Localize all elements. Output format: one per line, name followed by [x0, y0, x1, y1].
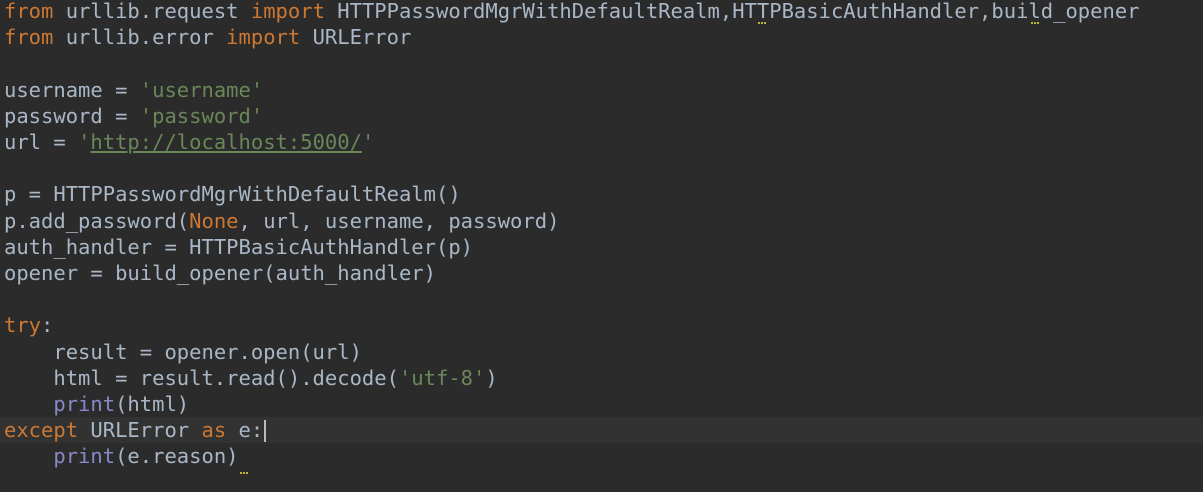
code-text: username = 'username' [0, 78, 263, 102]
code-token: html = result.read().decode( [4, 365, 399, 390]
code-line[interactable]: password = 'password' [0, 103, 1203, 129]
code-text: opener = build_opener(auth_handler) [0, 261, 436, 285]
code-token: , url, username, password) [238, 208, 560, 233]
code-token: import [250, 0, 325, 23]
code-token: as [201, 418, 227, 443]
code-editor[interactable]: from urllib.request import HTTPPasswordM… [0, 0, 1203, 492]
code-text: print(e.reason) [0, 444, 239, 469]
code-line[interactable]: p = HTTPPasswordMgrWithDefaultRealm() [0, 181, 1203, 207]
code-token: http://localhost:5000/ [90, 130, 362, 154]
code-token: except [4, 418, 79, 443]
code-text: html = result.read().decode('utf-8') [0, 365, 498, 390]
code-token: opener = build_opener(auth_handler) [4, 261, 436, 285]
code-line[interactable]: html = result.read().decode('utf-8') [0, 365, 1203, 391]
code-line[interactable]: url = 'http://localhost:5000/' [0, 129, 1203, 155]
code-text: p.add_password(None, url, username, pass… [0, 209, 559, 233]
code-text: except URLError as e: [0, 418, 267, 443]
code-token: URLError [78, 418, 202, 443]
code-token: ' [361, 130, 375, 154]
warning-squiggle [758, 18, 766, 24]
code-text: print(html) [0, 392, 189, 416]
code-token: 'password' [139, 103, 264, 128]
code-text: from urllib.request import HTTPPasswordM… [0, 0, 1140, 23]
code-text: url = 'http://localhost:5000/' [0, 130, 374, 154]
code-line[interactable]: print(html) [0, 391, 1203, 417]
code-token: : [41, 313, 54, 338]
code-line[interactable]: except URLError as e: [0, 417, 1203, 444]
code-token: from [4, 0, 54, 23]
code-line[interactable] [0, 155, 1203, 181]
warning-squiggle [1031, 18, 1039, 24]
code-token: print [53, 444, 116, 469]
code-text: from urllib.error import URLError [0, 25, 411, 49]
text-caret [264, 420, 267, 443]
code-line[interactable] [0, 286, 1203, 312]
code-line[interactable] [0, 50, 1203, 76]
code-token: try [4, 313, 42, 338]
code-line[interactable]: try: [0, 312, 1203, 338]
code-token: HTTPPasswordMgrWithDefaultRealm,HTTPBasi… [324, 0, 1140, 23]
code-token: username = [4, 77, 140, 102]
code-text: try: [0, 313, 53, 337]
code-text: password = 'password' [0, 104, 263, 128]
code-token: e: [226, 418, 264, 443]
code-text: result = opener.open(url) [0, 340, 362, 364]
code-token: 'utf-8' [398, 365, 486, 390]
code-token: result = opener.open(url) [4, 339, 362, 364]
code-token: (e.reason) [115, 444, 239, 469]
code-token: ) [485, 365, 498, 390]
code-token: urllib.request [53, 0, 251, 23]
code-text: p = HTTPPasswordMgrWithDefaultRealm() [0, 182, 461, 206]
code-token: auth_handler = HTTPBasicAuthHandler(p) [4, 234, 473, 259]
code-line[interactable]: print(e.reason) [0, 443, 1203, 469]
code-token: None [189, 208, 239, 233]
code-line[interactable]: opener = build_opener(auth_handler) [0, 260, 1203, 286]
code-line[interactable]: from urllib.request import HTTPPasswordM… [0, 0, 1203, 24]
code-token: p.add_password( [4, 208, 190, 233]
code-line[interactable]: auth_handler = HTTPBasicAuthHandler(p) [0, 234, 1203, 260]
code-token: p = HTTPPasswordMgrWithDefaultRealm() [4, 182, 461, 207]
code-token: ' [78, 130, 91, 154]
code-line[interactable]: p.add_password(None, url, username, pass… [0, 208, 1203, 234]
code-token: password = [4, 103, 140, 128]
code-token: urllib.error [53, 25, 227, 50]
warning-squiggle [240, 468, 248, 474]
code-token: (html) [115, 392, 190, 416]
code-token: 'username' [139, 77, 264, 102]
code-token: print [53, 392, 116, 416]
code-token: url = [4, 130, 79, 154]
code-token: from [4, 25, 54, 50]
code-token: import [226, 25, 301, 50]
code-line[interactable]: result = opener.open(url) [0, 339, 1203, 365]
code-line[interactable]: username = 'username' [0, 77, 1203, 103]
code-text: auth_handler = HTTPBasicAuthHandler(p) [0, 235, 473, 259]
code-line[interactable]: from urllib.error import URLError [0, 24, 1203, 50]
code-token: URLError [300, 25, 412, 50]
